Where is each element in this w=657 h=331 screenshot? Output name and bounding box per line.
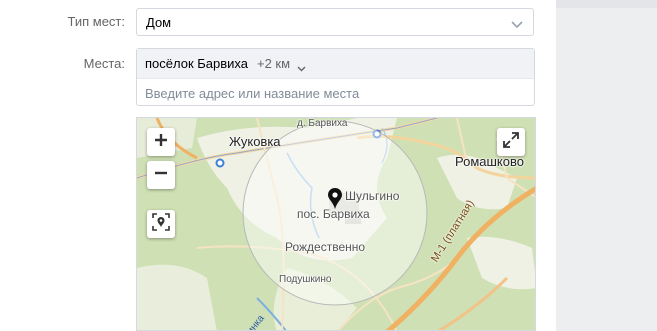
places-label: Места: — [83, 56, 125, 71]
place-type-label: Тип мест: — [67, 14, 125, 29]
locate-icon — [152, 212, 170, 236]
zoom-out-button[interactable] — [147, 161, 175, 189]
map-label-shulgino: Шульгино — [345, 189, 400, 203]
search-settings-panel: Тип мест: Дом Места: посёлок Барвиха +2 … — [0, 0, 556, 331]
sidebar-card — [556, 0, 657, 8]
expand-icon — [503, 131, 519, 153]
plus-icon — [154, 133, 168, 152]
place-type-select[interactable]: Дом — [136, 8, 534, 36]
zoom-in-button[interactable] — [147, 128, 175, 156]
map-label-d-barvikha: д. Барвиха — [297, 118, 348, 129]
chevron-down-icon — [510, 17, 524, 35]
map-background — [137, 118, 535, 330]
right-sidebar — [556, 0, 657, 331]
chevron-down-icon[interactable] — [297, 59, 306, 77]
selected-place-row: посёлок Барвиха +2 км — [137, 49, 534, 79]
minus-icon — [154, 166, 168, 185]
map[interactable]: д. Барвиха Жуковка Ромашково Шульгино по… — [136, 117, 536, 331]
selected-place: посёлок Барвиха — [145, 56, 249, 71]
map-pin-icon — [328, 188, 342, 215]
address-input[interactable]: Введите адрес или название места — [145, 86, 359, 101]
map-label-rozhdestvenno: Рождественно — [285, 240, 366, 254]
locate-button[interactable] — [147, 210, 175, 238]
radius-selector[interactable]: +2 км — [257, 56, 290, 71]
fullscreen-button[interactable] — [497, 128, 525, 156]
map-label-romashkovo: Ромашково — [455, 154, 524, 169]
place-type-value: Дом — [146, 15, 172, 30]
places-field: посёлок Барвиха +2 км Введите адрес или … — [136, 48, 535, 106]
map-label-podushkino: Подушкино — [279, 274, 332, 285]
map-label-zhukovka: Жуковка — [229, 134, 281, 149]
